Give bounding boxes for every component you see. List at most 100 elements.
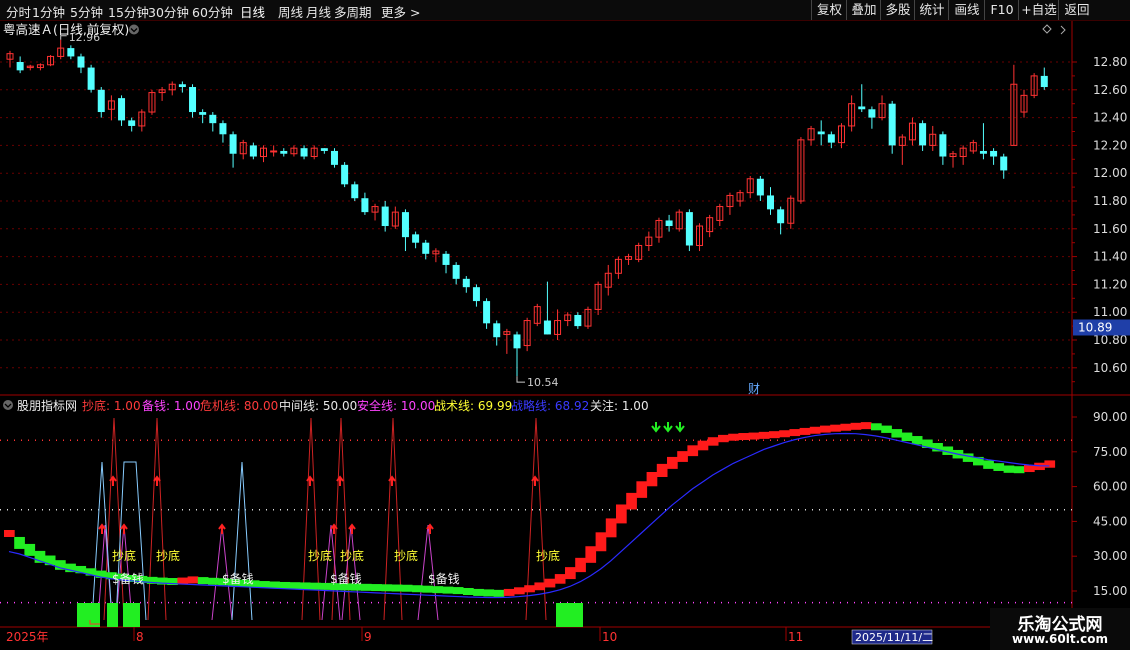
indicator-name: 股朋指标网	[17, 398, 77, 413]
candle-body	[209, 114, 217, 124]
period-tab[interactable]: 60分钟	[192, 2, 233, 21]
bottom-signal-label: 抄底	[394, 548, 418, 563]
tactical-line-segment	[891, 429, 903, 438]
tactical-line-segment	[269, 581, 280, 589]
tactical-line-segment	[840, 423, 852, 431]
toolbar-button[interactable]: 统计	[914, 0, 949, 20]
indicator-y-tick: 15.00	[1093, 584, 1127, 598]
y-tick-label: 11.20	[1093, 277, 1127, 291]
tactical-line-segment	[575, 557, 586, 573]
tactical-line-segment	[279, 581, 291, 589]
y-tick-label: 10.60	[1093, 361, 1127, 375]
candle-body	[939, 134, 947, 157]
watermark: 乐淘公式网 www.60lt.com	[990, 608, 1130, 650]
candle-body	[858, 106, 866, 110]
x-axis-label: 8	[136, 630, 144, 644]
candle-body	[990, 150, 998, 157]
period-tab[interactable]: 15分钟	[108, 2, 149, 21]
tactical-line-segment	[911, 436, 923, 445]
candle-body	[341, 164, 349, 185]
candle-body	[270, 150, 278, 153]
bottom-signal-label: 抄底	[156, 548, 180, 563]
x-axis-label: 11	[788, 630, 803, 644]
tactical-line-segment	[626, 492, 637, 510]
tactical-line-segment	[1013, 466, 1025, 474]
tactical-line-segment	[1044, 460, 1056, 468]
indicator-param: 备钱: 1.00	[142, 398, 201, 413]
money-signal-label: $备钱	[112, 571, 144, 586]
toolbar-button[interactable]: 叠加	[846, 0, 881, 20]
tactical-line-segment	[585, 546, 597, 563]
candle-body	[827, 134, 835, 143]
diamond-icon	[1042, 24, 1052, 34]
tactical-line-segment	[371, 584, 382, 592]
candle-body	[178, 84, 186, 88]
tactical-line-segment	[197, 577, 209, 585]
tactical-line-segment	[554, 574, 566, 584]
tactical-line-segment	[779, 430, 790, 438]
tactical-line-segment	[259, 581, 270, 589]
up-arrow-icon	[218, 523, 226, 534]
toolbar-button[interactable]: +自选	[1018, 0, 1059, 20]
tactical-line-segment	[697, 440, 709, 451]
cyan-signal-spike	[115, 461, 147, 621]
candle-body	[888, 103, 896, 146]
indicator-y-tick: 90.00	[1093, 410, 1127, 424]
tactical-line-segment	[412, 585, 423, 593]
period-tab[interactable]: 多周期	[334, 2, 372, 21]
period-tab[interactable]: 30分钟	[148, 2, 189, 21]
tactical-line-segment	[993, 463, 1005, 471]
toolbar-button[interactable]: 画线	[948, 0, 985, 20]
candle-body	[249, 145, 257, 157]
candle-body	[219, 123, 227, 135]
candle-body	[919, 123, 927, 146]
y-tick-label: 11.80	[1093, 194, 1127, 208]
y-tick-label: 12.40	[1093, 111, 1127, 125]
period-tab[interactable]: 分时	[6, 2, 31, 21]
toolbar-button[interactable]: F10	[984, 0, 1019, 20]
toolbar-button[interactable]: 复权	[811, 0, 847, 20]
tactical-line-segment	[616, 504, 627, 524]
tactical-line-segment	[748, 432, 760, 440]
down-arrow-icon	[663, 422, 673, 433]
tactical-line-segment	[401, 584, 413, 592]
candle-body	[229, 134, 237, 154]
candle-body	[756, 178, 764, 196]
y-tick-label: 12.00	[1093, 166, 1127, 180]
tactical-line-segment	[432, 586, 444, 594]
period-tab[interactable]: 月线	[306, 2, 331, 21]
tactical-line-segment	[881, 425, 892, 433]
watermark-line2: www.60lt.com	[1011, 632, 1109, 646]
tactical-line-segment	[728, 433, 739, 441]
period-tab[interactable]: 日线	[240, 2, 265, 21]
tactical-line-segment	[738, 433, 750, 441]
down-arrow-icon	[675, 422, 685, 433]
tactical-line-segment	[1003, 465, 1015, 473]
tactical-line-segment	[565, 567, 576, 580]
period-tab[interactable]: 1分钟	[32, 2, 65, 21]
candle-body	[665, 220, 673, 227]
x-axis-label: 10	[602, 630, 617, 644]
indicator-param: 战略线: 68.92	[511, 398, 589, 413]
tactical-line-segment	[544, 578, 556, 588]
tactical-line-segment	[310, 582, 321, 590]
toolbar-button[interactable]: 多股	[880, 0, 915, 20]
chart-area: 12.80 12.60 12.40 12.20 12.00 11.80 11.60 11.40…	[0, 21, 1130, 650]
tactical-line-segment	[850, 422, 862, 430]
tactical-line-segment	[4, 530, 15, 537]
candle-body	[351, 184, 359, 199]
tactical-line-segment	[452, 587, 464, 595]
indicator-param: 中间线: 50.00	[279, 398, 357, 413]
tactical-line-segment	[758, 431, 770, 439]
y-tick-label: 11.40	[1093, 250, 1127, 264]
indicator-y-tick: 30.00	[1093, 549, 1127, 563]
bottom-signal-label: 抄底	[112, 548, 136, 563]
candle-body	[979, 150, 987, 154]
period-tab[interactable]: 5分钟	[70, 2, 103, 21]
candle-body	[77, 56, 85, 68]
period-tab[interactable]: 更多 >	[381, 2, 420, 21]
period-tab[interactable]: 周线	[278, 2, 303, 21]
toolbar-button[interactable]: 返回	[1058, 0, 1095, 20]
y-tick-label: 12.60	[1093, 83, 1127, 97]
bottom-zone-block	[77, 603, 100, 627]
